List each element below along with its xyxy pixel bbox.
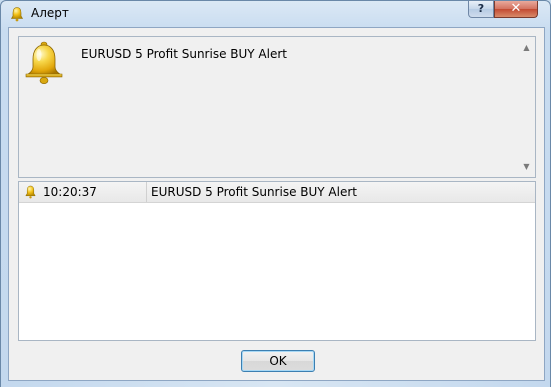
message-panel: EURUSD 5 Profit Sunrise BUY Alert ▲ ▼ [18,36,536,178]
alert-message: EURUSD 5 Profit Sunrise BUY Alert [81,47,287,61]
title-bar[interactable]: Алерт ? ✕ [1,1,550,27]
scroll-up-icon[interactable]: ▲ [522,43,531,52]
bell-icon [10,7,24,22]
scroll-down-icon[interactable]: ▼ [522,162,531,171]
bell-icon [25,41,63,84]
message-scrollbar[interactable]: ▲ ▼ [518,37,535,177]
ok-button[interactable]: OK [241,350,315,372]
alert-history-list[interactable]: 10:20:37 EURUSD 5 Profit Sunrise BUY Ale… [18,181,536,341]
bell-icon [25,185,36,199]
window-title: Алерт [31,6,69,20]
alert-window: Алерт ? ✕ EURUSD 5 Profit Sunrise BUY Al… [0,0,551,387]
window-bottom-border [1,381,550,387]
alert-time: 10:20:37 [43,185,97,199]
help-button[interactable]: ? [468,1,494,18]
column-divider [146,182,147,202]
dialog-body: EURUSD 5 Profit Sunrise BUY Alert ▲ ▼ 10… [8,27,545,381]
alert-history-message: EURUSD 5 Profit Sunrise BUY Alert [151,185,357,199]
list-item[interactable]: 10:20:37 EURUSD 5 Profit Sunrise BUY Ale… [19,182,535,203]
close-button[interactable]: ✕ [494,1,538,18]
